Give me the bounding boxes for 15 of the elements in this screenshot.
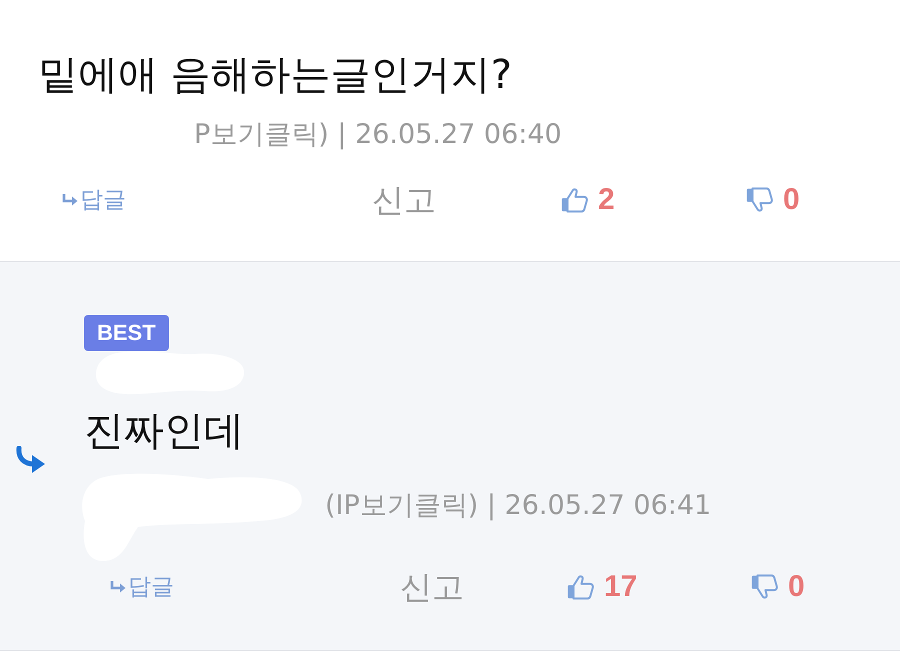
comment-text: 진짜인데 [84, 409, 245, 453]
best-badge: BEST [84, 315, 169, 351]
dislike-button[interactable]: 0 [745, 182, 800, 218]
dislike-button[interactable]: 0 [750, 569, 805, 605]
like-button[interactable]: 17 [566, 569, 638, 605]
comment-meta: (IP보기클릭) | 26.05.27 06:41 [325, 489, 712, 523]
like-button[interactable]: 2 [560, 182, 615, 218]
report-button[interactable]: 신고 [372, 180, 436, 220]
comment-text: 밑에애 음해하는글인거지? [38, 53, 513, 97]
corner-arrow-icon [110, 580, 126, 594]
corner-arrow-icon [62, 193, 78, 207]
report-button[interactable]: 신고 [400, 567, 464, 607]
reply-button[interactable]: 답글 [62, 185, 126, 215]
reply-button[interactable]: 답글 [110, 572, 174, 602]
comment-meta: P보기클릭) | 26.05.27 06:40 [194, 118, 562, 152]
